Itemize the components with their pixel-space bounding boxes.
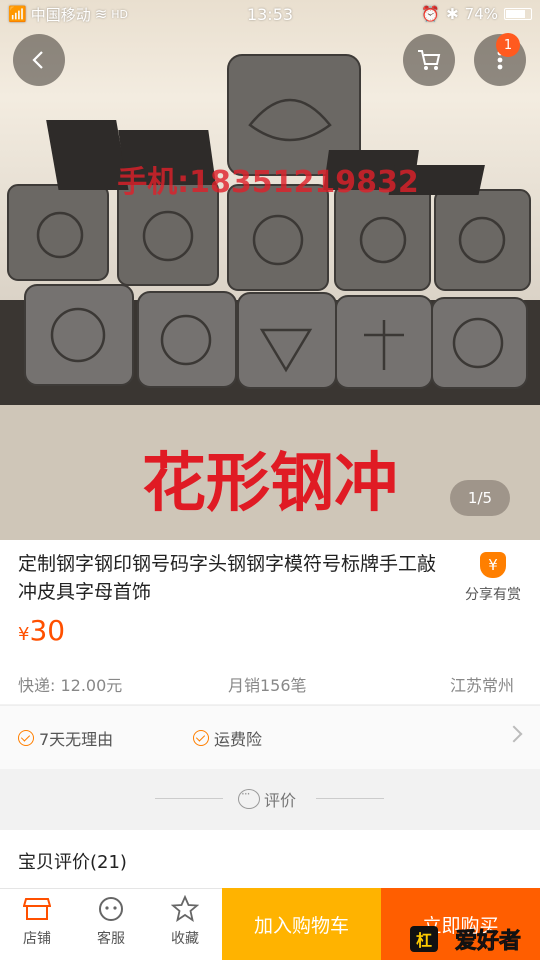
- product-image-gallery[interactable]: 手机:18351219832 花形钢冲: [0, 0, 540, 540]
- reviews-title: 宝贝评价(21): [18, 852, 127, 873]
- comment-icon: [238, 787, 260, 809]
- watermark-text: 爱好者: [455, 928, 521, 954]
- shop-label: 店铺: [23, 931, 51, 947]
- signal-icon: 📶: [8, 5, 27, 23]
- image-pager: 1/5: [450, 480, 510, 516]
- cart-count-badge: 1: [496, 33, 520, 57]
- alarm-icon: ⏰: [421, 5, 441, 23]
- product-title: 定制钢字钢印钢号码字头钢钢字模符号标牌手工敲冲皮具字母首饰: [18, 553, 437, 603]
- check-circle-icon: [18, 730, 34, 746]
- network-badge: HD: [111, 7, 129, 21]
- product-price: ¥30: [18, 614, 65, 647]
- wifi-icon: ≋: [94, 5, 108, 23]
- service-label: 7天无理由: [39, 730, 114, 749]
- favorite-button[interactable]: 收藏: [148, 894, 222, 948]
- shop-button[interactable]: 店铺: [0, 894, 74, 948]
- chevron-left-icon: [32, 51, 43, 69]
- price-value: 30: [29, 614, 66, 647]
- bluetooth-icon: ✱: [446, 5, 459, 23]
- review-tab-label: 评价: [264, 791, 297, 810]
- image-watermark-text: 手机:18351219832: [117, 165, 419, 200]
- battery-icon: [504, 8, 532, 20]
- image-overlay-text: 花形钢冲: [142, 446, 398, 521]
- product-photo: 手机:18351219832 花形钢冲: [0, 54, 540, 540]
- status-bar: 📶 中国移动 ≋ HD 13:53 ⏰ ✱ 74%: [0, 0, 540, 28]
- battery-percent: 74%: [464, 5, 498, 23]
- product-detail-page: 手机:18351219832 花形钢冲 📶 中国移动 ≋ HD 13:53 ⏰ …: [0, 0, 540, 960]
- cart-button[interactable]: [403, 34, 455, 86]
- customer-service-button[interactable]: 客服: [74, 894, 148, 948]
- money-bag-icon: ¥: [480, 552, 506, 578]
- watermark-logo: 杠 爱好者: [410, 926, 521, 954]
- divider-line: [316, 798, 384, 799]
- review-tab[interactable]: 评价: [238, 787, 296, 811]
- check-circle-icon: [193, 730, 209, 746]
- store-icon: [23, 898, 51, 920]
- service-item: 运费险: [193, 726, 262, 750]
- service-label: 客服: [97, 931, 125, 947]
- service-label: 运费险: [214, 730, 263, 749]
- divider-line: [155, 798, 223, 799]
- chat-face-icon: [99, 897, 123, 921]
- share-reward-button[interactable]: ¥ 分享有赏: [458, 552, 528, 604]
- ship-from-location: 江苏常州: [450, 676, 515, 695]
- star-icon: [171, 895, 199, 922]
- back-button[interactable]: [13, 34, 65, 86]
- monthly-sales: 月销156笔: [228, 676, 307, 695]
- service-item: 7天无理由: [18, 726, 113, 750]
- carrier-name: 中国移动: [30, 5, 91, 24]
- clock: 13:53: [246, 4, 294, 24]
- shipping-fee: 快递: 12.00元: [18, 676, 123, 695]
- share-label: 分享有赏: [465, 587, 521, 603]
- favorite-label: 收藏: [171, 931, 199, 947]
- cart-icon: [418, 50, 441, 70]
- price-currency: ¥: [18, 624, 30, 645]
- add-to-cart-button[interactable]: 加入购物车: [222, 888, 381, 960]
- svg-text:杠: 杠: [416, 931, 432, 950]
